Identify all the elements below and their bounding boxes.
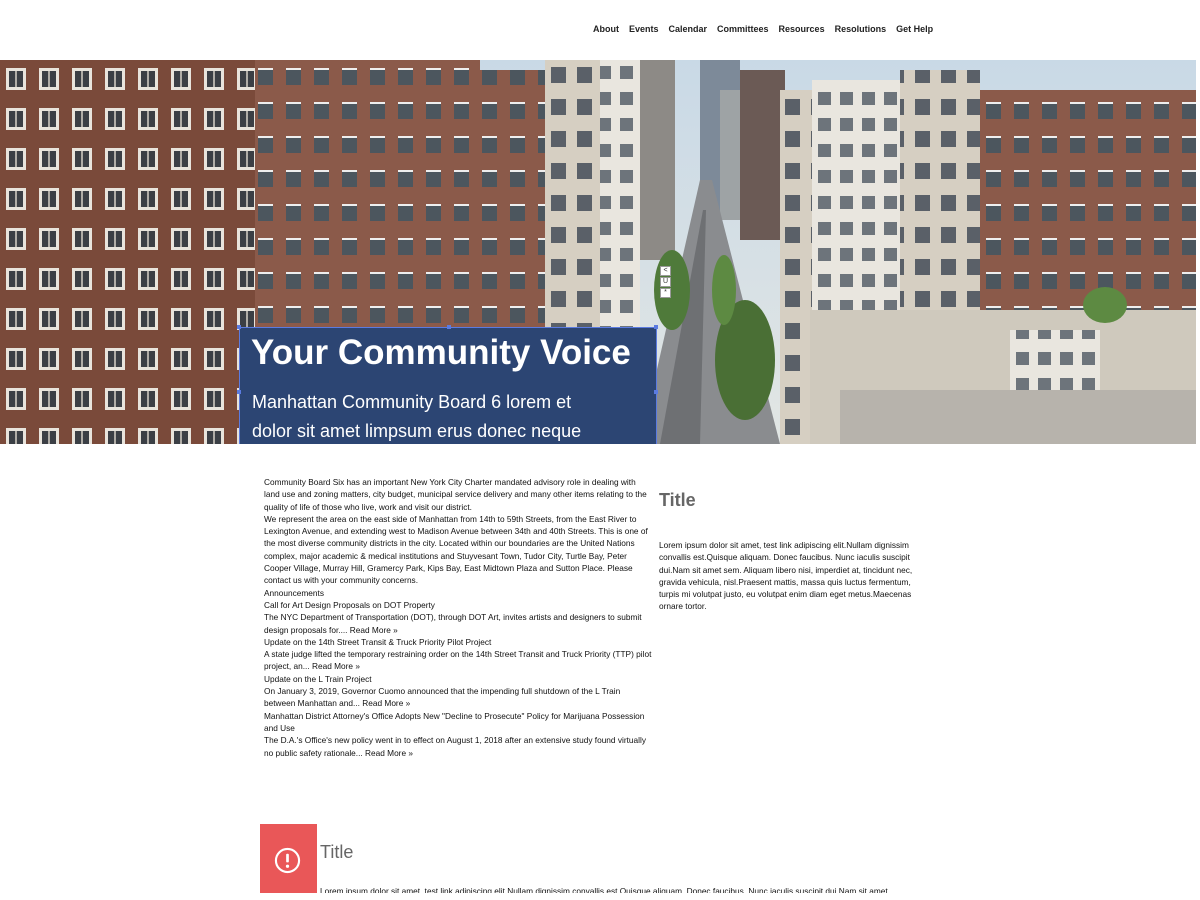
read-more-link[interactable]: Read More » [365, 748, 413, 758]
hero-subtitle: Manhattan Community Board 6 lorem et dol… [252, 392, 582, 441]
intro-paragraph-1: Community Board Six has an important New… [264, 477, 647, 512]
nav-item-resolutions[interactable]: Resolutions [835, 24, 887, 34]
hero-banner: Your Community Voice Manhattan Community… [0, 60, 1196, 444]
resize-handle-top-right[interactable] [654, 325, 658, 329]
nav-item-about[interactable]: About [593, 24, 619, 34]
announcement-summary: The D.A.'s Office's new policy went in t… [264, 735, 646, 758]
alert-title: Title [320, 842, 354, 862]
editor-toolbar: < U * [660, 266, 671, 298]
intro-paragraph-2: We represent the area on the east side o… [264, 513, 648, 586]
resize-handle-top-left[interactable] [237, 325, 241, 329]
nav-item-resources[interactable]: Resources [779, 24, 825, 34]
read-more-link[interactable]: Read More » [362, 698, 410, 708]
underline-tool-button[interactable]: U [660, 277, 671, 287]
top-navigation: About Events Calendar Committees Resourc… [0, 0, 1200, 60]
nav-item-events[interactable]: Events [629, 24, 659, 34]
settings-tool-button[interactable]: * [660, 288, 671, 298]
alert-body: Lorem ipsum dolor sit amet, test link ad… [320, 886, 888, 893]
main-content: Community Board Six has an important New… [264, 476, 652, 759]
announcement-summary: The NYC Department of Transportation (DO… [264, 612, 642, 635]
sidebar: Title Lorem ipsum dolor sit amet, test l… [659, 490, 929, 613]
exclamation-circle-icon [274, 847, 301, 874]
alert-badge [260, 824, 317, 893]
collapse-tool-button[interactable]: < [660, 266, 671, 276]
hero-title: Your Community Voice [251, 333, 631, 372]
read-more-link[interactable]: Read More » [350, 625, 398, 635]
sidebar-title: Title [659, 490, 696, 510]
resize-handle-middle-left[interactable] [237, 390, 241, 394]
nav-item-get-help[interactable]: Get Help [896, 24, 933, 34]
nav-menu: About Events Calendar Committees Resourc… [593, 24, 933, 34]
read-more-link[interactable]: Read More » [312, 661, 360, 671]
announcements-heading: Announcements [264, 587, 324, 598]
announcement-title[interactable]: Manhattan District Attorney's Office Ado… [264, 710, 652, 735]
nav-item-committees[interactable]: Committees [717, 24, 769, 34]
resize-handle-middle-right[interactable] [654, 390, 658, 394]
announcement-title[interactable]: Update on the L Train Project [264, 673, 652, 685]
announcement-summary: On January 3, 2019, Governor Cuomo annou… [264, 686, 621, 709]
announcement-summary: A state judge lifted the temporary restr… [264, 649, 652, 672]
hero-caption-box[interactable]: Your Community Voice Manhattan Community… [237, 325, 658, 444]
nav-item-calendar[interactable]: Calendar [669, 24, 708, 34]
sidebar-body: Lorem ipsum dolor sit amet, test link ad… [659, 540, 913, 612]
announcement-title[interactable]: Call for Art Design Proposals on DOT Pro… [264, 599, 652, 611]
announcement-title[interactable]: Update on the 14th Street Transit & Truc… [264, 636, 652, 648]
resize-handle-top-middle[interactable] [447, 325, 451, 329]
